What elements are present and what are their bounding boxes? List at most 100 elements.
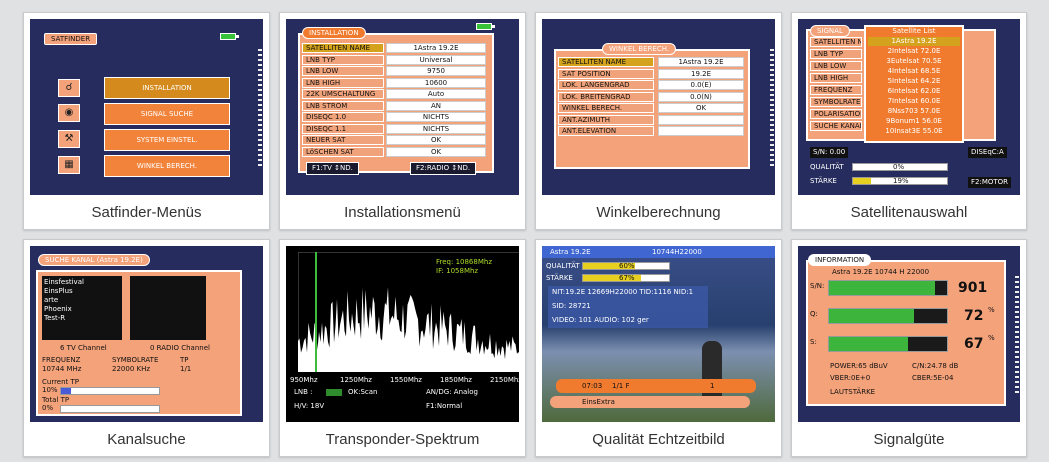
setting-label[interactable]: DISEQC 1.1: [302, 123, 384, 134]
signal-label[interactable]: LNB LOW: [810, 61, 862, 71]
winkel-label[interactable]: LOK. BREITENGRAD: [558, 91, 654, 102]
satellite-list-item[interactable]: 4Intelsat 68.5E: [868, 67, 960, 76]
signal-label[interactable]: SUCHE KANAL: [810, 121, 862, 131]
qualitat-label: QUALITÄT: [546, 262, 580, 270]
satellite-list-item[interactable]: 1Astra 19.2E: [868, 37, 960, 46]
tile-qualitat-echtzeitbild[interactable]: Astra 19.2E 10744H22000 QUALITÄT 60% STÄ…: [535, 239, 782, 457]
satellite-list-item[interactable]: 8Nss703 57.0E: [868, 107, 960, 116]
tile-installation[interactable]: INSTALLATION SATELLITEN NAME 1Astra 19.2E…: [279, 12, 526, 230]
q-unit: %: [988, 306, 995, 314]
channel-list-item[interactable]: Test-R: [44, 314, 120, 323]
menu-installation[interactable]: INSTALLATION: [104, 77, 230, 99]
satellite-list-item[interactable]: 6Intelsat 62.0E: [868, 87, 960, 96]
winkel-value[interactable]: [658, 126, 744, 136]
setting-label[interactable]: 22K UMSCHALTUNG: [302, 89, 384, 99]
calculator-icon: ▦: [58, 156, 80, 174]
tile-transponder-spektrum[interactable]: Freq: 10868Mhz IF: 1058Mhz 950Mhz 1250Mhz…: [279, 239, 526, 457]
setting-value[interactable]: OK: [386, 146, 486, 157]
setting-label[interactable]: LöSCHEN SAT: [302, 146, 384, 157]
signal-label[interactable]: LNB HIGH: [810, 73, 862, 83]
setting-value[interactable]: NICHTS: [386, 112, 486, 122]
satellite-list-item[interactable]: 2Intelsat 72.0E: [868, 47, 960, 56]
setting-value[interactable]: AN: [386, 100, 486, 111]
tile-winkelberechnung[interactable]: WINKEL BERECH. SATELLITEN NAME 1Astra 19.…: [535, 12, 782, 230]
freq-readout: Freq: 10868Mhz: [436, 258, 492, 266]
s-label: S:: [810, 338, 817, 346]
qualitat-value: 60%: [619, 262, 635, 270]
starke-label: STÄRKE: [546, 274, 573, 282]
starke-bar: 19%: [852, 177, 948, 185]
setting-label[interactable]: DISEQC 1.0: [302, 112, 384, 122]
signal-label[interactable]: POLARISATION: [810, 109, 862, 119]
setting-value[interactable]: OK: [386, 135, 486, 145]
tile-signalguete[interactable]: INFORMATION Astra 19.2E 10744 H 22000 S/…: [791, 239, 1027, 457]
nit-readout: NIT:19.2E 12669H22000 TID:1116 NID:1: [552, 288, 694, 296]
q-bar: [828, 308, 948, 324]
winkel-value[interactable]: OK: [658, 103, 744, 113]
satellite-list-title: Satellite List: [892, 27, 936, 35]
winkel-label[interactable]: SAT POSITION: [558, 68, 654, 79]
tile-kanalsuche[interactable]: SUCHE KANAL (Astra 19.2E) Einsfestival Ei…: [23, 239, 270, 457]
satfinder-screen: SATFINDER ☌ ◉ ⚒ ▦ INSTALLATION SIGNAL SU…: [30, 19, 263, 195]
winkel-value[interactable]: 0.0(E): [658, 80, 744, 90]
channel-list-item[interactable]: Einsfestival: [44, 278, 120, 287]
setting-label[interactable]: LNB TYP: [302, 54, 384, 65]
setting-label[interactable]: SATELLITEN NAME: [302, 43, 384, 53]
winkel-value[interactable]: [658, 114, 744, 125]
signal-label[interactable]: LNB TYP: [810, 49, 862, 59]
winkel-label[interactable]: LOK. LÄNGENGRAD: [558, 80, 654, 90]
satellite-list-item[interactable]: 9Bonum1 56.0E: [868, 117, 960, 126]
diseqc-readout: DISEqC:A: [968, 147, 1007, 158]
channel-list[interactable]: Einsfestival EinsPlus arte Phoenix Test-R: [42, 276, 122, 340]
lnb-label: LNB :: [294, 388, 313, 396]
signal-label[interactable]: FREQUENZ: [810, 85, 862, 95]
freq-label: FREQUENZ: [42, 356, 81, 364]
information-title: INFORMATION: [808, 254, 872, 266]
qualitat-bar: 60%: [582, 262, 670, 270]
freq-value: 10744 MHz: [42, 365, 82, 373]
setting-value[interactable]: Universal: [386, 54, 486, 65]
power-readout: POWER:65 dBuV: [830, 362, 888, 370]
sid-readout: SID: 28721: [552, 302, 591, 310]
satellite-list-item[interactable]: 10Insat3E 55.0E: [868, 127, 960, 136]
time-readout: 07:03: [582, 382, 603, 390]
winkel-label[interactable]: WINKEL BERECH.: [558, 103, 654, 113]
satellite-list-item[interactable]: 5Intelsat 64.2E: [868, 77, 960, 86]
menu-signal-suche[interactable]: SIGNAL SUCHE: [104, 103, 230, 125]
hv-readout: H/V: 18V: [294, 402, 325, 410]
tile-satellitenauswahl[interactable]: SIGNAL SATELLITEN NAME LNB TYP LNB LOW LNB …: [791, 12, 1027, 230]
s-bar: [828, 336, 948, 352]
menu-system-einstel[interactable]: SYSTEM EINSTEL.: [104, 129, 230, 151]
signal-label[interactable]: SYMBOLRATE: [810, 97, 862, 107]
setting-value[interactable]: 10600: [386, 77, 486, 88]
winkel-value[interactable]: 0.0(N): [658, 91, 744, 102]
setting-value[interactable]: Auto: [386, 89, 486, 99]
satellite-list-item[interactable]: 3Eutelsat 70.5E: [868, 57, 960, 66]
channel-list-item[interactable]: arte: [44, 296, 120, 305]
setting-label[interactable]: LNB STROM: [302, 100, 384, 111]
setting-label[interactable]: LNB HIGH: [302, 77, 384, 88]
winkel-label[interactable]: SATELLITEN NAME: [558, 57, 654, 67]
winkel-screen: WINKEL BERECH. SATELLITEN NAME 1Astra 19.…: [542, 19, 775, 195]
channel-list-item[interactable]: Phoenix: [44, 305, 120, 314]
menu-winkel-berech[interactable]: WINKEL BERECH.: [104, 155, 230, 177]
signal-label[interactable]: SATELLITEN NAME: [810, 37, 862, 47]
setting-label[interactable]: LNB LOW: [302, 66, 384, 76]
tile-satfinder-menus[interactable]: SATFINDER ☌ ◉ ⚒ ▦ INSTALLATION SIGNAL SU…: [23, 12, 270, 230]
winkel-value[interactable]: 19.2E: [658, 68, 744, 79]
setting-label[interactable]: NEUER SAT: [302, 135, 384, 145]
qualitat-value: 0%: [893, 163, 905, 171]
winkel-label[interactable]: ANT.ELEVATION: [558, 126, 654, 136]
satellite-list-item[interactable]: 7Intelsat 60.0E: [868, 97, 960, 106]
winkel-label[interactable]: ANT.AZIMUTH: [558, 114, 654, 125]
radio-count: 0 RADIO Channel: [150, 344, 210, 352]
channel-list-item[interactable]: EinsPlus: [44, 287, 120, 296]
setting-value[interactable]: 9750: [386, 66, 486, 76]
f2-radio-hint: F2:RADIO ↕ND.: [410, 162, 477, 175]
setting-value[interactable]: 1Astra 19.2E: [386, 43, 486, 53]
tile-caption: Transponder-Spektrum: [325, 431, 480, 448]
wrench-icon: ⚒: [58, 130, 80, 148]
quality-screen: INFORMATION Astra 19.2E 10744 H 22000 S/…: [798, 246, 1020, 422]
setting-value[interactable]: NICHTS: [386, 123, 486, 134]
winkel-value[interactable]: 1Astra 19.2E: [658, 57, 744, 67]
